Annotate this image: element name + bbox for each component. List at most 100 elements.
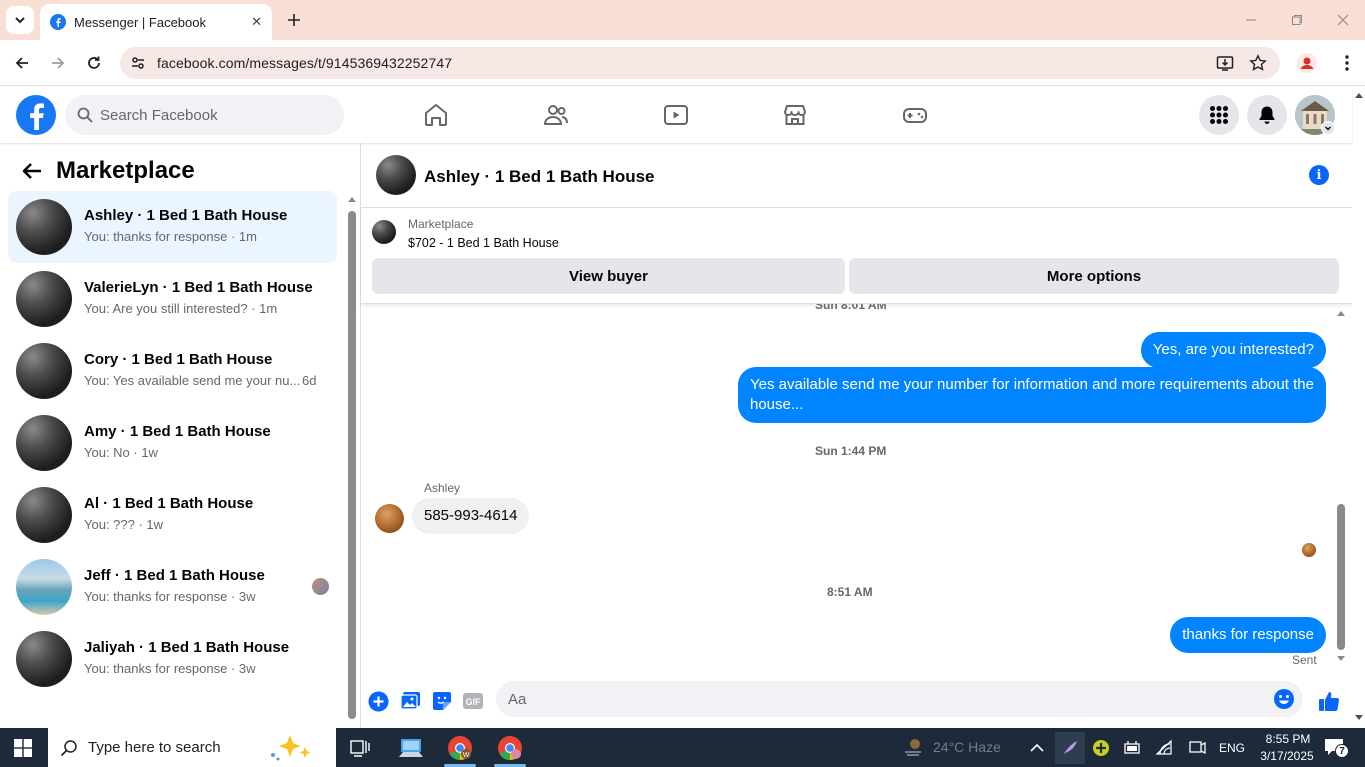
taskbar-search-box[interactable]: Type here to search: [48, 728, 336, 767]
conversation-item-valerielyn[interactable]: ValerieLyn · 1 Bed 1 Bath House You: Are…: [8, 263, 337, 335]
conversation-preview: You: No · 1w: [84, 445, 158, 460]
more-actions-button[interactable]: [366, 689, 390, 713]
conversation-item-cory[interactable]: Cory · 1 Bed 1 Bath House You: Yes avail…: [8, 335, 337, 407]
weather-icon[interactable]: [902, 736, 924, 758]
conversation-item-al[interactable]: Al · 1 Bed 1 Bath House You: ??? · 1w: [8, 479, 337, 551]
page-scrollbar[interactable]: [1352, 87, 1365, 728]
sidebar-scroll-thumb[interactable]: [348, 211, 356, 719]
friends-icon: [543, 105, 568, 125]
clock-date[interactable]: 3/17/2025: [1252, 749, 1322, 763]
browser-profile-button[interactable]: [1293, 49, 1321, 77]
display-icon[interactable]: [1188, 740, 1206, 756]
like-button[interactable]: [1317, 689, 1341, 713]
more-options-button[interactable]: More options: [849, 258, 1339, 294]
conversation-list: Ashley · 1 Bed 1 Bath House You: thanks …: [8, 191, 337, 695]
chat-avatar[interactable]: [376, 155, 416, 195]
weather-text[interactable]: 24°C Haze: [933, 739, 1001, 755]
scroll-down-icon[interactable]: [347, 681, 357, 689]
sidebar-scrollbar[interactable]: [346, 193, 356, 728]
forward-button[interactable]: [44, 49, 72, 77]
conversation-item-ashley[interactable]: Ashley · 1 Bed 1 Bath House You: thanks …: [8, 191, 337, 263]
scroll-down-icon[interactable]: [1354, 714, 1364, 722]
arrow-right-icon: [52, 57, 65, 69]
scroll-down-icon[interactable]: [1336, 655, 1346, 663]
incoming-message[interactable]: 585-993-4614: [412, 498, 530, 534]
site-settings-icon[interactable]: [128, 53, 148, 73]
address-bar[interactable]: facebook.com/messages/t/9145369432252747: [120, 47, 1280, 79]
arrow-left-icon: [15, 57, 28, 69]
back-arrow-icon[interactable]: [20, 159, 44, 183]
taskbar-search-placeholder: Type here to search: [88, 739, 221, 756]
marketplace-icon: [784, 105, 806, 125]
facebook-search-box[interactable]: [65, 95, 344, 135]
gif-button[interactable]: GIF: [461, 689, 485, 713]
minimize-button[interactable]: [1236, 8, 1266, 32]
taskbar-app-chrome-2[interactable]: [496, 734, 524, 762]
tab-close-icon[interactable]: ✕: [251, 14, 262, 30]
conversation-avatar: [16, 343, 72, 399]
taskbar-app-explorer[interactable]: [397, 734, 425, 762]
nav-gaming[interactable]: [899, 99, 931, 131]
message-input[interactable]: [508, 690, 1248, 708]
task-view-button[interactable]: [346, 734, 374, 762]
menu-button[interactable]: [1199, 95, 1239, 135]
scroll-up-icon[interactable]: [1354, 91, 1364, 99]
language-indicator[interactable]: ENG: [1219, 741, 1245, 755]
clock-time[interactable]: 8:55 PM: [1256, 732, 1320, 746]
browser-menu-button[interactable]: [1333, 49, 1361, 77]
new-tab-button[interactable]: [282, 8, 306, 32]
taskbar-app-chrome-1[interactable]: W: [446, 734, 474, 762]
sticker-button[interactable]: [430, 689, 454, 713]
info-icon[interactable]: i: [1309, 165, 1329, 185]
chrome-icon: [498, 736, 522, 760]
facebook-search-input[interactable]: [100, 106, 320, 124]
outgoing-message[interactable]: Yes available send me your number for in…: [738, 367, 1326, 423]
message-text: Yes available send me your number for in…: [750, 376, 1314, 413]
scroll-up-icon[interactable]: [1336, 309, 1346, 317]
plus-icon: [288, 14, 300, 26]
notifications-button[interactable]: [1247, 95, 1287, 135]
scroll-up-icon[interactable]: [347, 195, 357, 203]
nav-friends[interactable]: [540, 99, 572, 131]
chat-title[interactable]: Ashley · 1 Bed 1 Bath House: [424, 167, 655, 187]
conversation-item-jaliyah[interactable]: Jaliyah · 1 Bed 1 Bath House You: thanks…: [8, 623, 337, 695]
chat-scroll-thumb[interactable]: [1337, 504, 1345, 650]
tab-search-dropdown-button[interactable]: [6, 6, 34, 34]
conversation-item-amy[interactable]: Amy · 1 Bed 1 Bath House You: No · 1w: [8, 407, 337, 479]
message-text: 585-993-4614: [424, 507, 518, 524]
emoji-icon[interactable]: [1273, 688, 1295, 710]
install-app-button[interactable]: [1213, 51, 1237, 75]
timestamp-separator: Sun 8:01 AM: [815, 304, 887, 312]
listing-thumbnail[interactable]: [372, 220, 396, 244]
notification-center-button[interactable]: 7: [1324, 738, 1349, 758]
conversation-time: 6d: [302, 373, 317, 388]
facebook-logo-icon[interactable]: [16, 95, 56, 135]
conversation-preview: You: ??? · 1w: [84, 517, 164, 532]
show-hidden-icons-icon[interactable]: [1030, 743, 1044, 753]
outgoing-message[interactable]: thanks for response: [1170, 617, 1326, 653]
view-buyer-button[interactable]: View buyer: [372, 258, 845, 294]
tray-app-plus-icon[interactable]: [1092, 739, 1110, 757]
back-button[interactable]: [8, 49, 36, 77]
seen-by-avatar: [312, 578, 329, 595]
close-window-button[interactable]: [1328, 8, 1358, 32]
wifi-icon[interactable]: [1156, 740, 1174, 756]
outgoing-message[interactable]: Yes, are you interested?: [1140, 332, 1326, 368]
restore-button[interactable]: [1282, 8, 1312, 32]
chat-scrollbar[interactable]: [1336, 309, 1346, 665]
attach-photo-button[interactable]: [398, 689, 422, 713]
nav-video[interactable]: [660, 99, 692, 131]
sender-avatar[interactable]: [375, 504, 404, 533]
windows-start-icon[interactable]: [14, 739, 32, 757]
conversation-item-jeff[interactable]: Jeff · 1 Bed 1 Bath House You: thanks fo…: [8, 551, 337, 623]
reload-button[interactable]: [80, 49, 108, 77]
listing-title[interactable]: $702 - 1 Bed 1 Bath House: [408, 236, 559, 250]
browser-tab[interactable]: Messenger | Facebook ✕: [40, 4, 272, 40]
nav-home[interactable]: [420, 99, 452, 131]
account-chevron-icon[interactable]: [1321, 121, 1335, 135]
nav-marketplace[interactable]: [779, 99, 811, 131]
tray-app-pen[interactable]: [1055, 732, 1085, 764]
bookmark-button[interactable]: [1246, 51, 1270, 75]
message-input-box[interactable]: [496, 681, 1303, 717]
battery-icon[interactable]: [1124, 740, 1142, 756]
